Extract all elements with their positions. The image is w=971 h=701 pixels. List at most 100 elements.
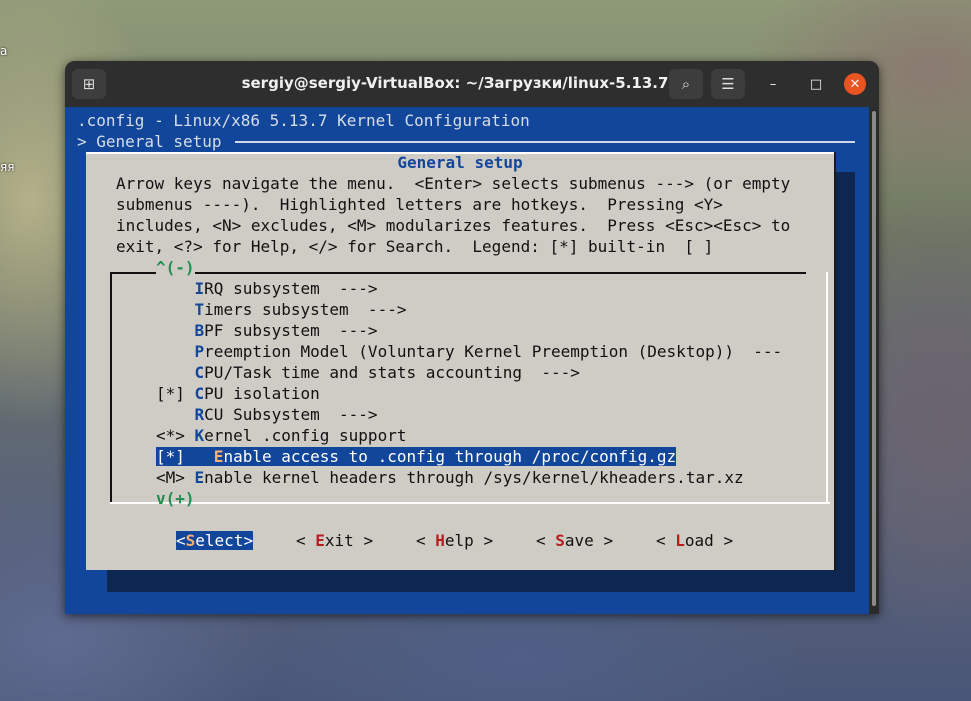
save-button[interactable]: < Save >: [536, 530, 613, 551]
menu-item-prefix: [*]: [156, 447, 214, 466]
help-text-line: Arrow keys navigate the menu. <Enter> se…: [116, 174, 791, 193]
help-text-line: submenus ----). Highlighted letters are …: [116, 195, 723, 214]
menu-item-prefix: [156, 300, 195, 319]
search-icon: ⌕: [681, 75, 691, 93]
menu-item-label: reemption Model (Voluntary Kernel Preemp…: [204, 342, 783, 361]
button-hotkey: L: [675, 531, 685, 550]
button-hotkey: S: [185, 531, 196, 550]
close-icon: ✕: [849, 76, 861, 92]
menu-item-hotkey: C: [194, 363, 205, 382]
menu-item-label: ernel .config support: [204, 426, 407, 445]
menu-item-label: nable access to .config through /proc/co…: [223, 447, 677, 466]
menu-item-label: PU isolation: [204, 384, 320, 403]
new-tab-button[interactable]: ⊞: [72, 69, 106, 99]
menu-item-hotkey: E: [194, 468, 205, 487]
button-label: elp: [444, 531, 474, 550]
menu-item-label: RQ subsystem --->: [204, 279, 378, 298]
menu-item[interactable]: <M> Enable kernel headers through /sys/k…: [156, 467, 744, 488]
menu-item[interactable]: Timers subsystem --->: [156, 299, 407, 320]
menu-item[interactable]: RCU Subsystem --->: [156, 404, 378, 425]
button-bracket: >: [353, 531, 374, 550]
menu-item-hotkey: R: [194, 405, 205, 424]
close-button[interactable]: ✕: [844, 73, 866, 95]
dialog-border: [834, 152, 836, 570]
help-button[interactable]: < Help >: [416, 530, 493, 551]
scrollbar-thumb[interactable]: [872, 111, 876, 606]
menu-item-label: imers subsystem --->: [204, 300, 407, 319]
desktop-label-fragment: яя: [0, 160, 15, 174]
minimize-icon: –: [769, 76, 777, 92]
terminal-scrollbar[interactable]: [869, 107, 879, 614]
menu-item[interactable]: BPF subsystem --->: [156, 320, 378, 341]
button-bracket: <: [296, 531, 316, 550]
menu-button[interactable]: ☰: [711, 69, 745, 99]
menu-item-hotkey: E: [213, 447, 224, 466]
button-hotkey: H: [435, 531, 445, 550]
button-bracket: >: [243, 531, 254, 550]
title-bar: ⊞ sergiy@sergiy-VirtualBox: ~/Загрузки/l…: [65, 61, 879, 107]
menu-item-hotkey: B: [194, 321, 205, 340]
menu-item-prefix: [156, 279, 195, 298]
menu-item-label: nable kernel headers through /sys/kernel…: [204, 468, 744, 487]
button-bracket: >: [713, 531, 734, 550]
button-bracket: <: [176, 531, 186, 550]
menu-item-prefix: [156, 321, 195, 340]
select-button[interactable]: <Select>: [176, 530, 254, 551]
maximize-icon: □: [809, 76, 823, 92]
button-hotkey: E: [315, 531, 325, 550]
hamburger-menu-icon: ☰: [721, 75, 735, 93]
button-bracket: <: [536, 531, 556, 550]
scroll-up-indicator[interactable]: ^(-): [156, 257, 195, 278]
button-bracket: <: [656, 531, 676, 550]
menu-item[interactable]: [*] Enable access to .config through /pr…: [156, 446, 677, 467]
maximize-button[interactable]: □: [805, 73, 827, 95]
button-bracket: >: [593, 531, 614, 550]
menu-item[interactable]: <*> Kernel .config support: [156, 425, 406, 446]
button-label: xit: [324, 531, 354, 550]
menu-item-label: PF subsystem --->: [204, 321, 378, 340]
load-button[interactable]: < Load >: [656, 530, 733, 551]
button-label: oad: [684, 531, 714, 550]
menu-item-hotkey: T: [194, 300, 205, 319]
window-title: sergiy@sergiy-VirtualBox: ~/Загрузки/lin…: [241, 74, 669, 92]
menu-item-hotkey: P: [194, 342, 205, 361]
minimize-button[interactable]: –: [762, 73, 784, 95]
menu-item-prefix: <*>: [156, 426, 195, 445]
help-text-line: exit, <?> for Help, </> for Search. Lege…: [116, 237, 714, 256]
scroll-down-indicator[interactable]: v(+): [156, 488, 195, 509]
menu-box-border: [826, 272, 828, 504]
menu-item[interactable]: IRQ subsystem --->: [156, 278, 378, 299]
button-bracket: >: [473, 531, 494, 550]
menu-item[interactable]: CPU/Task time and stats accounting --->: [156, 362, 580, 383]
menu-item-hotkey: C: [194, 384, 205, 403]
menu-item-hotkey: I: [194, 279, 205, 298]
menu-item-label: CU Subsystem --->: [204, 405, 378, 424]
dialog-title: General setup: [397, 153, 523, 172]
menu-item-prefix: [156, 342, 195, 361]
search-button[interactable]: ⌕: [669, 69, 703, 99]
menu-item-prefix: [156, 363, 195, 382]
menu-box-border: [110, 272, 806, 274]
terminal-window: ⊞ sergiy@sergiy-VirtualBox: ~/Загрузки/l…: [65, 61, 879, 614]
breadcrumb: > General setup: [77, 132, 222, 151]
desktop-label-fragment: а: [0, 44, 8, 58]
config-title: .config - Linux/x86 5.13.7 Kernel Config…: [77, 111, 530, 130]
menu-item-prefix: [*]: [156, 384, 195, 403]
button-hotkey: S: [555, 531, 565, 550]
menu-item-label: PU/Task time and stats accounting --->: [204, 363, 580, 382]
terminal-area[interactable]: .config - Linux/x86 5.13.7 Kernel Config…: [65, 107, 869, 614]
menu-item-hotkey: K: [194, 426, 205, 445]
menu-item-prefix: [156, 405, 195, 424]
exit-button[interactable]: < Exit >: [296, 530, 373, 551]
button-label: ave: [564, 531, 594, 550]
menu-item[interactable]: Preemption Model (Voluntary Kernel Preem…: [156, 341, 783, 362]
breadcrumb-rule: [235, 141, 855, 143]
menu-box-border: [110, 502, 830, 504]
new-tab-icon: ⊞: [82, 75, 96, 93]
menuconfig-dialog: General setup Arrow keys navigate the me…: [86, 152, 836, 570]
button-bracket: <: [416, 531, 436, 550]
button-label: elect: [195, 531, 244, 550]
menu-item-prefix: <M>: [156, 468, 195, 487]
menu-box-border: [110, 272, 112, 502]
menu-item[interactable]: [*] CPU isolation: [156, 383, 320, 404]
